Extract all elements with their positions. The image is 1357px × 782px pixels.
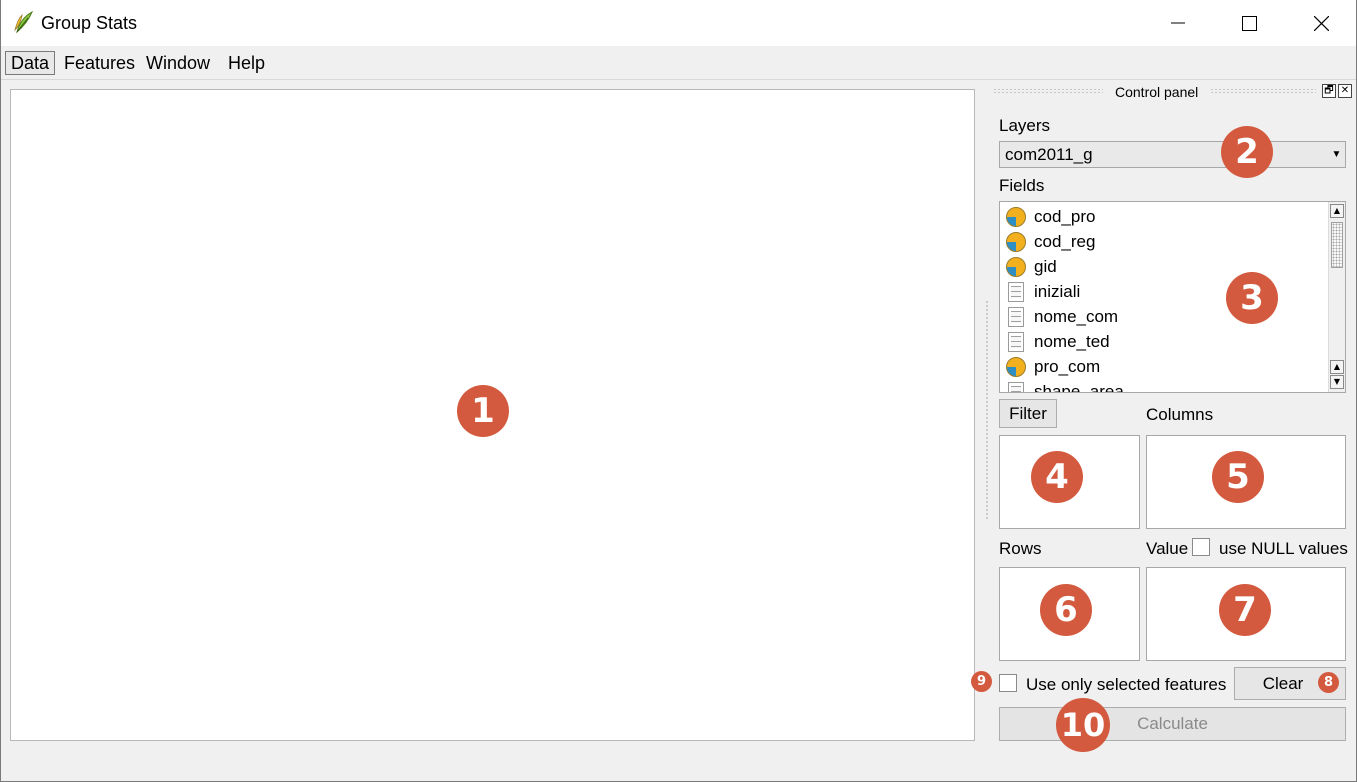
text-field-icon [1005, 381, 1027, 392]
annotation-badge-6: 6 [1040, 584, 1092, 636]
field-name: iniziali [1034, 281, 1081, 301]
value-label: Value [1146, 539, 1189, 558]
annotation-badge-1: 1 [457, 385, 509, 437]
float-icon: 🗗 [1324, 85, 1334, 96]
maximize-icon [1241, 15, 1257, 31]
numeric-field-icon [1005, 256, 1027, 278]
field-name: gid [1034, 256, 1057, 276]
close-icon: ✕ [1340, 85, 1350, 96]
use-null-values-label: use NULL values [1219, 539, 1348, 558]
scroll-up-icon[interactable]: ▲ [1330, 360, 1344, 374]
minimize-icon [1171, 22, 1185, 24]
annotation-badge-10: 10 [1056, 698, 1110, 752]
dock-splitter[interactable] [985, 300, 989, 520]
field-name: cod_reg [1034, 231, 1096, 251]
scroll-down-icon[interactable]: ▼ [1330, 375, 1344, 389]
numeric-field-icon [1005, 206, 1027, 228]
dock-close-button[interactable]: ✕ [1338, 84, 1352, 98]
menu-features[interactable]: Features [58, 51, 141, 75]
minimize-button[interactable] [1143, 0, 1213, 46]
menu-bar: Data Features Window Help [0, 46, 1357, 80]
menu-help[interactable]: Help [222, 51, 271, 75]
layers-label: Layers [999, 116, 1051, 135]
field-item-iniziali[interactable]: iniziali [1005, 279, 1080, 304]
filter-button[interactable]: Filter [999, 399, 1057, 428]
text-field-icon [1005, 331, 1027, 353]
annotation-badge-8: 8 [1318, 672, 1339, 693]
scroll-up-icon[interactable]: ▲ [1330, 204, 1344, 218]
annotation-badge-5: 5 [1212, 451, 1264, 503]
text-field-icon [1005, 306, 1027, 328]
rows-label: Rows [999, 539, 1042, 558]
close-button[interactable] [1286, 0, 1356, 46]
text-field-icon [1005, 281, 1027, 303]
field-name: shape_area [1034, 381, 1124, 393]
numeric-field-icon [1005, 356, 1027, 378]
fields-scrollbar[interactable]: ▲ ▲ ▼ [1328, 202, 1345, 392]
field-item-nome-ted[interactable]: nome_ted [1005, 329, 1110, 354]
annotation-badge-4: 4 [1031, 451, 1083, 503]
chevron-down-icon[interactable]: ▼ [1327, 141, 1346, 168]
columns-label: Columns [1146, 405, 1214, 424]
field-item-cod-reg[interactable]: cod_reg [1005, 229, 1095, 254]
scrollbar-thumb[interactable] [1331, 222, 1343, 268]
use-selected-features-label: Use only selected features [1026, 675, 1227, 694]
dock-title: Control panel [1115, 84, 1199, 100]
dock-float-button[interactable]: 🗗 [1322, 84, 1336, 98]
menu-data[interactable]: Data [5, 51, 56, 75]
annotation-badge-2: 2 [1221, 126, 1273, 178]
title-bar: Group Stats [0, 0, 1357, 46]
annotation-badge-7: 7 [1219, 584, 1271, 636]
calculate-button[interactable]: Calculate [999, 707, 1346, 741]
qgis-logo-icon [13, 10, 35, 34]
dock-title-grip-right [1210, 88, 1316, 94]
dock-title-grip-left [993, 88, 1103, 94]
field-name: cod_pro [1034, 206, 1096, 226]
field-name: pro_com [1034, 356, 1101, 376]
field-item-nome-com[interactable]: nome_com [1005, 304, 1118, 329]
use-selected-features-checkbox[interactable] [999, 674, 1017, 692]
field-item-cod-pro[interactable]: cod_pro [1005, 204, 1095, 229]
close-icon [1313, 15, 1329, 31]
field-item-pro-com[interactable]: pro_com [1005, 354, 1100, 379]
annotation-badge-3: 3 [1226, 272, 1278, 324]
maximize-button[interactable] [1214, 0, 1284, 46]
window-title: Group Stats [41, 13, 138, 33]
field-name: nome_com [1034, 306, 1119, 326]
field-item-gid[interactable]: gid [1005, 254, 1057, 279]
numeric-field-icon [1005, 231, 1027, 253]
use-null-values-checkbox[interactable] [1192, 538, 1210, 556]
fields-label: Fields [999, 176, 1045, 195]
field-name: nome_ted [1034, 331, 1110, 351]
layer-select[interactable]: com2011_g [999, 141, 1346, 168]
fields-list[interactable]: cod_pro cod_reg gid iniziali nome_com no… [999, 201, 1346, 393]
field-item-shape-area[interactable]: shape_area [1005, 379, 1124, 393]
annotation-badge-9: 9 [971, 671, 992, 692]
menu-window[interactable]: Window [140, 51, 216, 75]
